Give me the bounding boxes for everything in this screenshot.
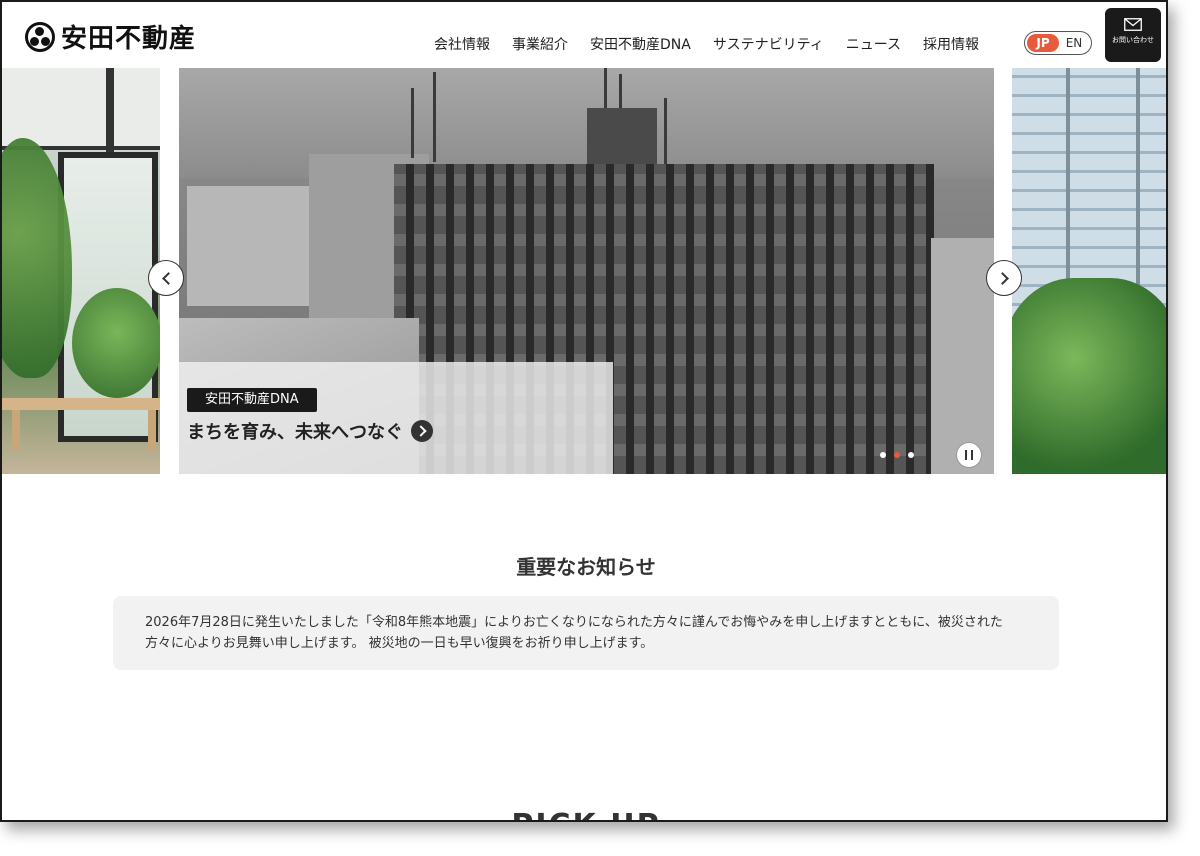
notice-body: 2026年7月28日に発生いたしました「令和8年熊本地震」によりお亡くなりになら… [145, 615, 1003, 651]
slide-current-image[interactable]: 安田不動産DNA まちを育み、未来へつなぐ [179, 68, 994, 474]
browser-window: 安田不動産 会社情報 事業紹介 安田不動産DNA サステナビリティ ニュース 採… [0, 0, 1168, 822]
hero-carousel: 安田不動産DNA まちを育み、未来へつなぐ [2, 68, 1166, 474]
global-nav: 会社情報 事業紹介 安田不動産DNA サステナビリティ ニュース 採用情報 [434, 34, 1001, 54]
nav-item-company[interactable]: 会社情報 [434, 34, 490, 54]
contact-label: お問い合わせ [1112, 36, 1154, 44]
site-logo[interactable]: 安田不動産 [25, 18, 196, 55]
carousel-pause-button[interactable] [956, 442, 982, 468]
chevron-right-icon [995, 271, 1009, 285]
lang-en-button[interactable]: EN [1059, 36, 1089, 50]
site-header: 安田不動産 会社情報 事業紹介 安田不動産DNA サステナビリティ ニュース 採… [2, 2, 1166, 66]
nav-item-dna[interactable]: 安田不動産DNA [590, 34, 691, 54]
carousel-next-button[interactable] [986, 260, 1022, 296]
pause-icon [965, 450, 973, 460]
chevron-left-icon [161, 271, 175, 285]
mail-icon [1124, 18, 1142, 31]
slide-prev-image[interactable] [2, 68, 160, 474]
slide-title: まちを育み、未来へつなぐ [187, 422, 403, 443]
carousel-dot-active[interactable] [894, 452, 900, 458]
notice-box: 2026年7月28日に発生いたしました「令和8年熊本地震」によりお亡くなりになら… [113, 596, 1059, 670]
slide-title-link[interactable]: まちを育み、未来へつなぐ [187, 418, 433, 444]
slide-category-tag: 安田不動産DNA [187, 388, 317, 412]
notice-heading: 重要なお知らせ [516, 555, 656, 579]
carousel-dots [880, 452, 922, 458]
nav-item-news[interactable]: ニュース [846, 34, 901, 54]
carousel-dot[interactable] [908, 452, 914, 458]
language-switch: JP EN [1024, 31, 1092, 55]
nav-item-sustainability[interactable]: サステナビリティ [713, 34, 824, 54]
slide-next-image[interactable] [1012, 68, 1166, 474]
slide-caption: 安田不動産DNA まちを育み、未来へつなぐ [179, 362, 613, 474]
contact-button[interactable]: お問い合わせ [1105, 8, 1161, 62]
logo-text: 安田不動産 [61, 24, 197, 54]
arrow-right-icon [411, 420, 433, 442]
logo-mark-icon [25, 21, 55, 52]
pickup-heading: PICK UP [2, 808, 1166, 820]
nav-item-recruit[interactable]: 採用情報 [923, 34, 979, 54]
lang-jp-button[interactable]: JP [1027, 34, 1059, 52]
nav-item-business[interactable]: 事業紹介 [512, 34, 568, 54]
carousel-prev-button[interactable] [148, 260, 184, 296]
carousel-dot[interactable] [880, 452, 886, 458]
